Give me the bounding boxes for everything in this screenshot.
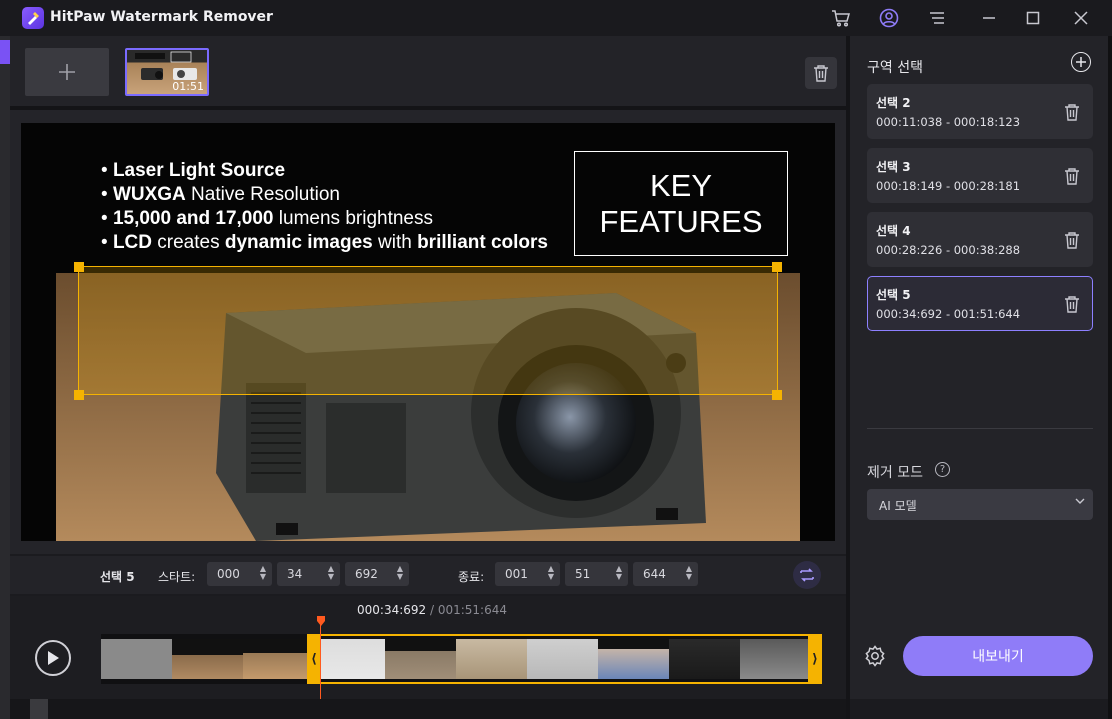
- key-features-line2: FEATURES: [599, 203, 763, 239]
- selection-card-3[interactable]: 선택 3 000:18:149 - 000:28:181: [867, 148, 1093, 203]
- end-minutes-field[interactable]: 51 ▲ ▼: [565, 562, 628, 586]
- key-features-line1: KEY: [649, 167, 713, 203]
- trash-icon[interactable]: [1062, 293, 1082, 315]
- delete-media-button[interactable]: [805, 57, 837, 89]
- selection-label: 선택 5: [100, 570, 135, 584]
- add-media-button[interactable]: [25, 48, 109, 96]
- selection-handle-top-right[interactable]: [772, 262, 782, 272]
- selection-card-4[interactable]: 선택 4 000:28:226 - 000:38:288: [867, 212, 1093, 267]
- video-bullet-2: • WUXGA Native Resolution: [101, 184, 340, 205]
- selection-name: 선택 5: [876, 288, 911, 302]
- menu-icon[interactable]: [925, 6, 949, 30]
- spin-arrows-icon[interactable]: ▲ ▼: [258, 565, 268, 581]
- minimize-icon[interactable]: [977, 6, 1001, 30]
- start-label: 스타트:: [158, 570, 196, 584]
- account-icon[interactable]: [877, 6, 901, 30]
- right-panel-divider: [867, 428, 1093, 429]
- settings-button[interactable]: [862, 643, 888, 669]
- timeline-frame: [101, 639, 172, 679]
- export-button[interactable]: 내보내기: [903, 636, 1093, 676]
- timeline-frame: [243, 639, 314, 679]
- help-icon[interactable]: ?: [935, 462, 950, 477]
- left-edge-accent: [0, 40, 10, 64]
- spin-arrows-icon[interactable]: ▲ ▼: [546, 565, 556, 581]
- selection-card-2[interactable]: 선택 2 000:11:038 - 000:18:123: [867, 84, 1093, 139]
- swap-icon: [800, 568, 814, 582]
- removal-mode-value: AI 모델: [879, 499, 917, 513]
- range-end-handle[interactable]: ⟩: [808, 634, 822, 684]
- spin-arrows-icon[interactable]: ▲ ▼: [684, 565, 694, 581]
- timeline-frame: [172, 639, 243, 679]
- timecode: 000:34:692 / 001:51:644: [357, 603, 508, 617]
- play-icon: [48, 651, 59, 665]
- thumbnail-duration: 01:51: [172, 80, 204, 93]
- video-bullet-3: • 15,000 and 17,000 lumens brightness: [101, 208, 433, 229]
- right-edge: [1108, 36, 1112, 719]
- spin-arrows-icon[interactable]: ▲ ▼: [395, 565, 405, 581]
- trash-icon[interactable]: [1062, 165, 1082, 187]
- video-bullet-1: • Laser Light Source: [101, 160, 286, 181]
- selection-range: 000:28:226 - 000:38:288: [876, 243, 1021, 257]
- spin-arrows-icon[interactable]: ▲ ▼: [326, 565, 336, 581]
- key-features-box: KEY FEATURES: [574, 151, 788, 256]
- media-thumbnail[interactable]: 01:51: [125, 48, 209, 96]
- app-window: HitPaw Watermark Remover 01:51 • Laser L…: [0, 0, 1112, 719]
- selection-handle-top-left[interactable]: [74, 262, 84, 272]
- selection-range: 000:18:149 - 000:28:181: [876, 179, 1021, 193]
- chevron-down-icon: [1075, 497, 1085, 508]
- end-hours-field[interactable]: 001 ▲ ▼: [495, 562, 560, 586]
- cart-icon[interactable]: [829, 6, 853, 30]
- video-bullets: • Laser Light Source • WUXGA Native Reso…: [101, 159, 548, 255]
- end-ms-field[interactable]: 644 ▲ ▼: [633, 562, 698, 586]
- left-edge-strip: [0, 36, 10, 719]
- title-bar: HitPaw Watermark Remover: [0, 0, 1112, 36]
- start-hours-field[interactable]: 000 ▲ ▼: [207, 562, 272, 586]
- plus-icon: [1076, 57, 1086, 67]
- gear-icon: [865, 645, 885, 667]
- selection-card-5[interactable]: 선택 5 000:34:692 - 001:51:644: [867, 276, 1093, 331]
- maximize-icon[interactable]: [1021, 6, 1045, 30]
- selection-range: 000:11:038 - 000:18:123: [876, 115, 1021, 129]
- range-start-handle[interactable]: ⟨: [307, 634, 321, 684]
- timeline-selected-range[interactable]: [308, 634, 822, 684]
- spin-arrows-icon[interactable]: ▲ ▼: [614, 565, 624, 581]
- play-button[interactable]: [35, 640, 71, 676]
- app-title: HitPaw Watermark Remover: [50, 9, 273, 25]
- add-selection-button[interactable]: [1071, 52, 1091, 72]
- selection-name: 선택 2: [876, 96, 911, 110]
- close-icon[interactable]: [1069, 6, 1093, 30]
- selection-range: 000:34:692 - 001:51:644: [876, 307, 1021, 321]
- bottom-strip: [10, 699, 846, 719]
- selection-handle-bottom-right[interactable]: [772, 390, 782, 400]
- selection-handle-bottom-left[interactable]: [74, 390, 84, 400]
- playhead[interactable]: [320, 620, 321, 699]
- time-controls: [10, 556, 846, 594]
- apply-range-button[interactable]: [793, 561, 821, 589]
- selection-rectangle[interactable]: [78, 266, 778, 395]
- selection-name: 선택 4: [876, 224, 911, 238]
- trash-icon[interactable]: [1062, 101, 1082, 123]
- end-label: 종료:: [458, 570, 485, 584]
- trash-icon[interactable]: [1062, 229, 1082, 251]
- start-ms-field[interactable]: 692 ▲ ▼: [345, 562, 409, 586]
- app-logo-icon: [22, 7, 44, 29]
- region-select-title: 구역 선택: [867, 60, 923, 76]
- removal-mode-title: 제거 모드: [867, 465, 923, 481]
- video-bullet-4: • LCD creates dynamic images with brilli…: [101, 232, 548, 253]
- removal-mode-select[interactable]: AI 모델: [867, 489, 1093, 520]
- start-minutes-field[interactable]: 34 ▲ ▼: [277, 562, 340, 586]
- selection-name: 선택 3: [876, 160, 911, 174]
- left-lower-block: [30, 699, 48, 719]
